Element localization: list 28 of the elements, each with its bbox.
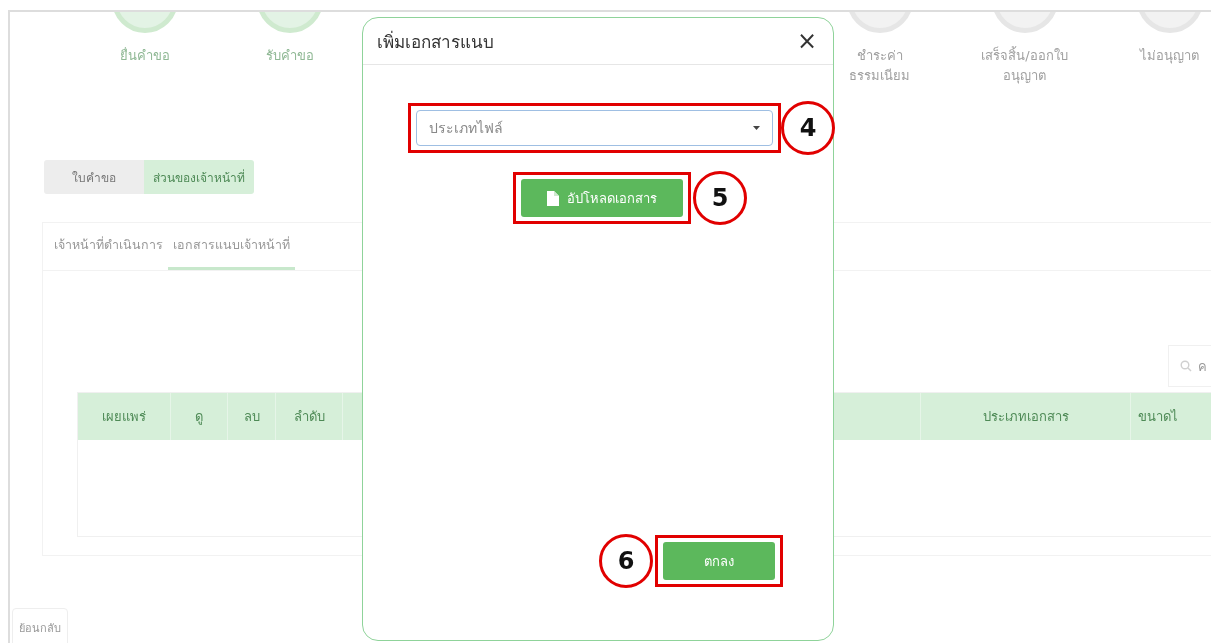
caret-icon (753, 126, 760, 130)
back-button[interactable]: ย้อนกลับ (12, 608, 68, 643)
upload-button[interactable]: อัปโหลดเอกสาร (521, 179, 683, 217)
step-label: รับคำขอ (264, 47, 315, 65)
step-number: 5 (693, 171, 747, 225)
column-header: ลำดับ (276, 393, 343, 440)
search-field[interactable]: ค (1168, 345, 1211, 387)
ok-button[interactable]: ตกลง (663, 542, 775, 580)
step-number: 4 (781, 101, 835, 155)
close-button[interactable]: × (796, 29, 817, 53)
step-label: เสร็จสิ้น/ออกใบอนุญาต (980, 46, 1069, 86)
step-label: ยื่นคำขอ (118, 46, 171, 65)
file-type-select[interactable]: ประเภทไฟล์ (416, 110, 773, 146)
segment-button[interactable]: ส่วนของเจ้าหน้าที่ (144, 160, 254, 194)
tab[interactable]: เจ้าหน้าที่ดำเนินการ (49, 223, 168, 270)
column-header: ประเภทเอกสาร (921, 393, 1131, 440)
dialog-title: เพิ่มเอกสารแนบ (377, 29, 494, 54)
step-label: ชำระค่าธรรมเนียม (848, 47, 911, 85)
column-header: ขนาดไ (1131, 393, 1211, 440)
column-header: ดู (171, 393, 228, 440)
file-icon (547, 190, 559, 206)
column-header: เผยแพร่ (78, 393, 171, 440)
step-label: ไม่อนุญาต (1138, 47, 1200, 66)
segment-button[interactable]: ใบคำขอ (44, 160, 144, 194)
search-icon (1180, 360, 1192, 372)
tab[interactable]: เอกสารแนบเจ้าหน้าที่ (168, 223, 295, 270)
step-number: 6 (599, 534, 653, 588)
column-header: ลบ (228, 393, 276, 440)
